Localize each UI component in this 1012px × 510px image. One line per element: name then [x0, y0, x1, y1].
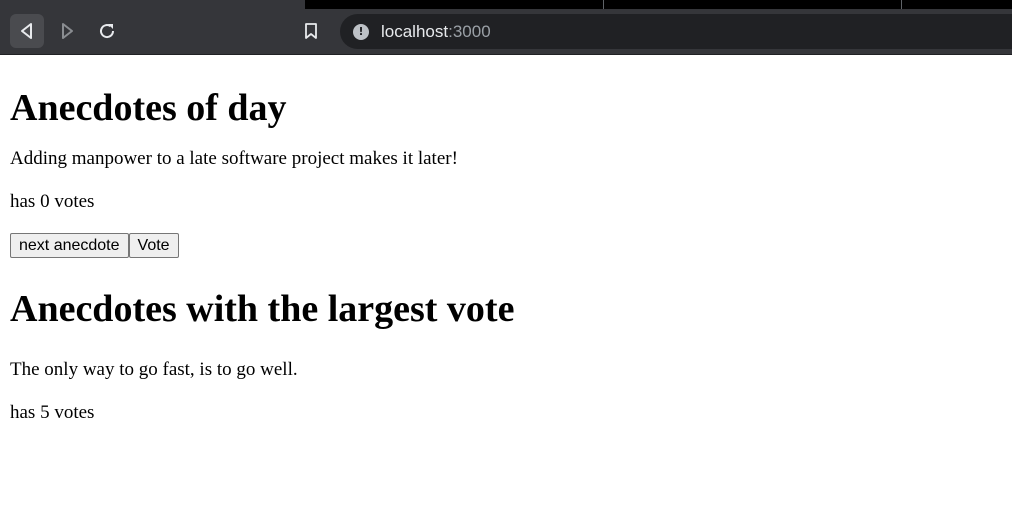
url-text[interactable]: localhost:3000 — [381, 22, 491, 42]
button-row: next anecdote Vote — [10, 233, 1002, 258]
top-anecdote-text: The only way to go fast, is to go well. — [10, 359, 298, 380]
vote-count: has 0 votes — [10, 191, 95, 212]
browser-toolbar: ! localhost:3000 — [0, 0, 1012, 55]
anecdote-text: Adding manpower to a late software proje… — [10, 148, 458, 169]
tab-strip — [0, 0, 1012, 9]
top-vote-count: has 5 votes — [10, 402, 95, 423]
url-port: :3000 — [448, 21, 491, 41]
url-host: localhost — [381, 21, 449, 41]
next-anecdote-button[interactable]: next anecdote — [10, 233, 129, 258]
section-title: Anecdotes with the largest vote — [10, 288, 515, 330]
reload-button[interactable] — [90, 14, 124, 48]
bookmark-icon — [305, 23, 317, 39]
tab-separator — [603, 0, 604, 9]
info-icon[interactable]: ! — [353, 23, 369, 40]
back-button[interactable] — [10, 14, 44, 48]
forward-button[interactable] — [50, 14, 84, 48]
page-title: Anecdotes of day — [10, 87, 287, 129]
reload-icon — [100, 24, 115, 39]
tab-active[interactable] — [0, 0, 305, 9]
bookmark-button[interactable] — [294, 14, 328, 48]
address-bar[interactable]: ! localhost:3000 — [340, 14, 1012, 49]
forward-arrow-icon — [62, 23, 73, 39]
back-arrow-icon — [21, 23, 32, 39]
page-content: Anecdotes of day Adding manpower to a la… — [0, 86, 1012, 424]
tab-separator — [901, 0, 902, 9]
vote-button[interactable]: Vote — [128, 233, 179, 258]
